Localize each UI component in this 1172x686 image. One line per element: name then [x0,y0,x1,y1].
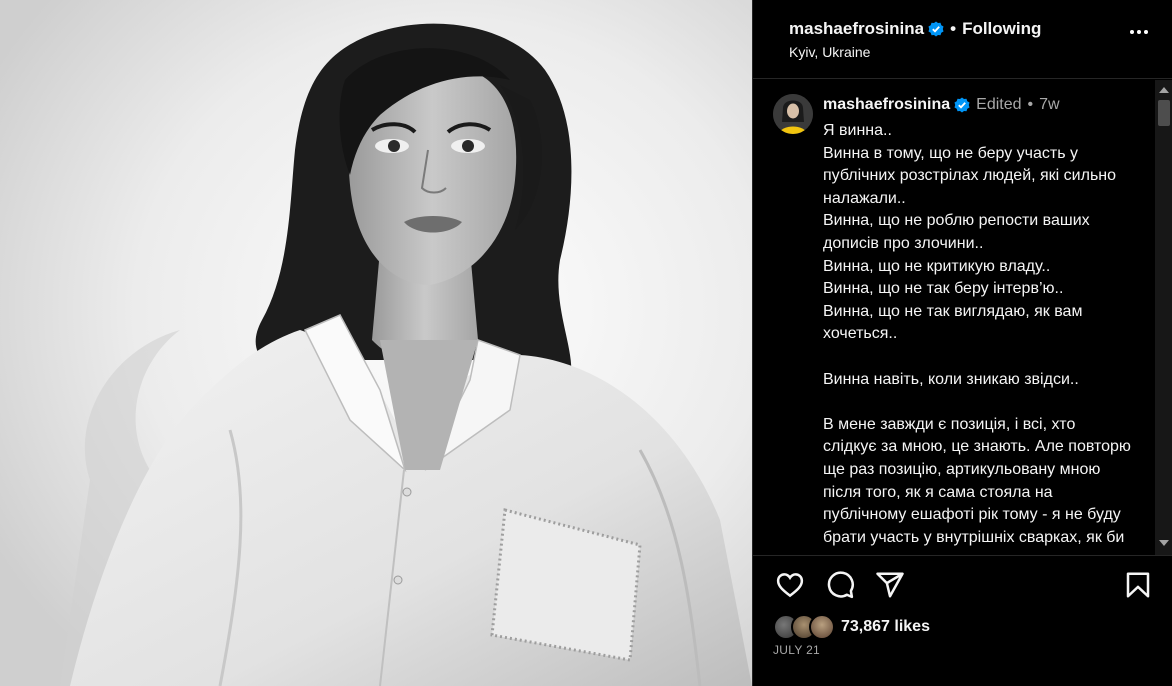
header-separator: • [950,19,957,38]
comment-icon [827,571,854,599]
more-dot-icon [1144,30,1148,34]
edited-label: Edited [976,96,1022,113]
portrait-illustration [0,0,752,686]
more-options-button[interactable] [1130,30,1148,34]
caption-scroll-area[interactable]: mashaefrosinina Edited • 7w Я винна.. Ви… [753,80,1172,556]
scrollbar-thumb[interactable] [1158,100,1170,126]
post-detail-panel: mashaefrosinina • Following Kyiv, Ukrain… [752,0,1172,686]
verified-badge-icon [928,21,944,37]
location-link[interactable]: Kyiv, Ukraine [789,44,870,60]
scroll-up-arrow-icon[interactable] [1159,87,1169,93]
save-button[interactable] [1123,570,1153,605]
more-dot-icon [1137,30,1141,34]
caption-header: mashaefrosinina Edited • 7w [823,96,1060,114]
comment-button[interactable] [825,570,855,605]
bookmark-icon [1126,572,1150,598]
post-photo[interactable] [0,0,752,686]
verified-badge-icon [954,97,970,113]
post-actions [773,570,1153,606]
likes-count[interactable]: 73,867 likes [841,618,930,636]
caption-avatar[interactable] [773,94,813,134]
caption-text: Я винна.. Винна в тому, що не беру участ… [823,122,1131,555]
paper-plane-icon [876,572,904,598]
more-dot-icon [1130,30,1134,34]
caption-time-ago[interactable]: 7w [1039,96,1059,114]
header-user-line: mashaefrosinina • Following [789,19,1041,39]
caption-username[interactable]: mashaefrosinina [823,96,950,114]
post-date[interactable]: JULY 21 [773,643,820,657]
liker-avatar [809,614,835,640]
caption-scrollbar[interactable] [1155,80,1172,555]
scroll-down-arrow-icon[interactable] [1159,540,1169,546]
share-button[interactable] [875,570,905,605]
post-header: mashaefrosinina • Following Kyiv, Ukrain… [753,0,1172,79]
heart-icon [776,573,804,598]
liker-avatars[interactable] [773,614,839,640]
avatar-image [773,94,813,134]
likes-row: 73,867 likes [773,614,930,640]
header-username[interactable]: mashaefrosinina [789,19,924,39]
following-button[interactable]: Following [962,19,1041,39]
caption-separator: • [1027,96,1034,113]
like-button[interactable] [775,570,805,605]
